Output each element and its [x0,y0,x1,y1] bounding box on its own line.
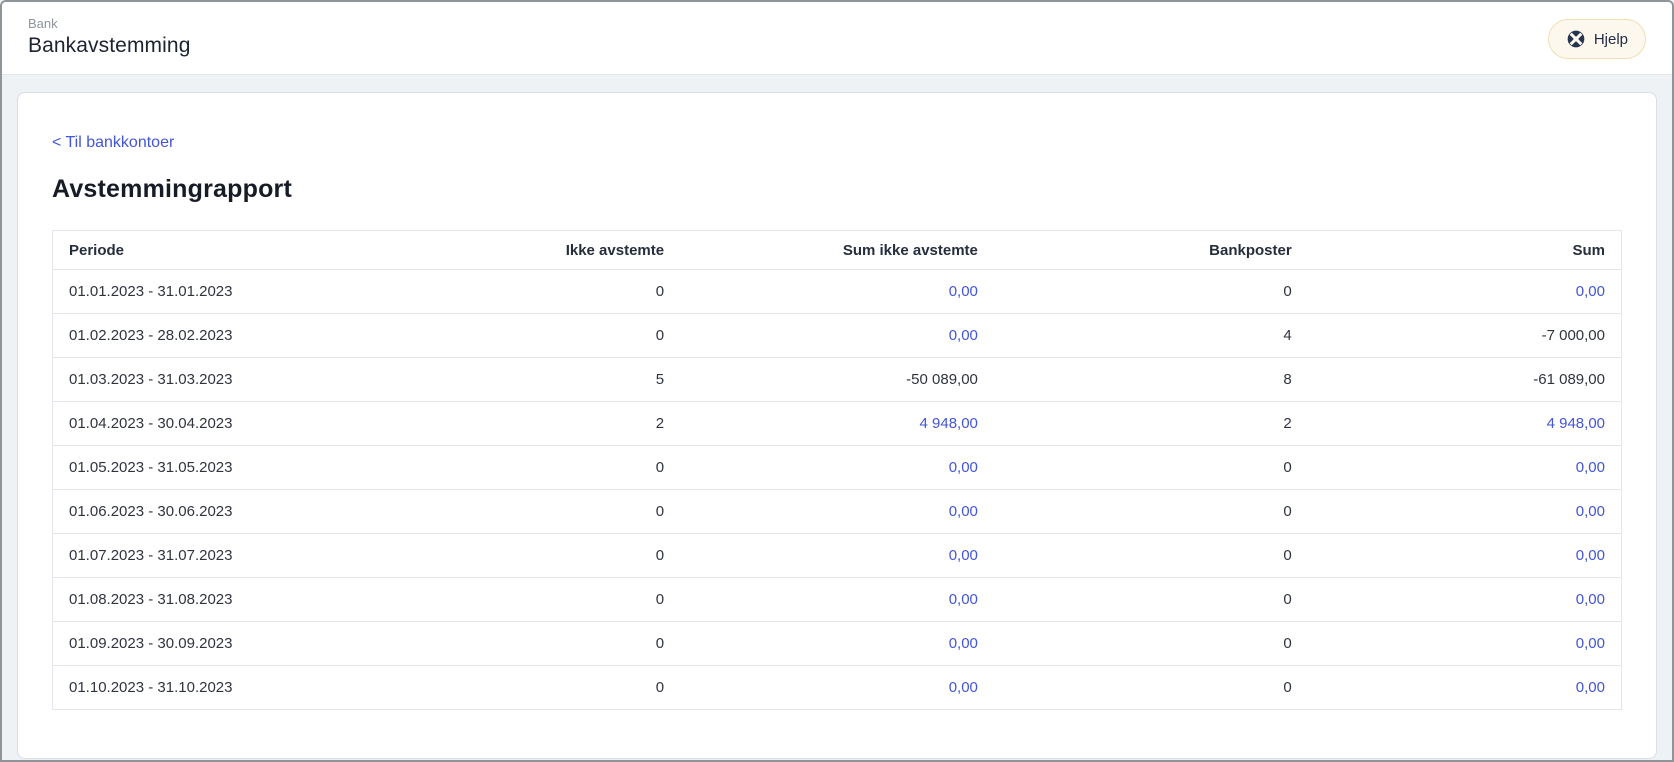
help-button[interactable]: Hjelp [1548,19,1646,59]
column-header-sum: Sum [1308,231,1622,270]
amount-link[interactable]: 0,00 [949,327,978,344]
cell-sum-ikke-avstemte: 0,00 [680,490,994,534]
table-row: 01.07.2023 - 31.07.202300,0000,00 [53,534,1622,578]
cell-sum-ikke-avstemte: 0,00 [680,578,994,622]
amount-link[interactable]: 0,00 [1576,503,1605,520]
cell-periode: 01.08.2023 - 31.08.2023 [53,578,367,622]
cell-ikke-avstemte: 0 [366,622,680,666]
cell-bankposter: 0 [994,534,1308,578]
table-row: 01.04.2023 - 30.04.202324 948,0024 948,0… [53,402,1622,446]
amount-link[interactable]: 0,00 [949,635,978,652]
amount-link[interactable]: 0,00 [1576,591,1605,608]
content-card: < Til bankkontoer Avstemmingrapport Peri… [17,92,1657,759]
cell-bankposter: 0 [994,622,1308,666]
lifebuoy-icon [1566,29,1586,49]
cell-bankposter: 2 [994,402,1308,446]
amount-link[interactable]: 0,00 [949,547,978,564]
page-title: Avstemmingrapport [52,175,1622,204]
column-header-sum-ikke-avstemte: Sum ikke avstemte [680,231,994,270]
amount-link[interactable]: 4 948,00 [1547,415,1605,432]
cell-ikke-avstemte: 5 [366,358,680,402]
cell-ikke-avstemte: 0 [366,578,680,622]
breadcrumb: Bank [28,15,190,32]
cell-sum: -7 000,00 [1308,314,1622,358]
cell-bankposter: 0 [994,490,1308,534]
table-row: 01.03.2023 - 31.03.20235-50 089,008-61 0… [53,358,1622,402]
cell-sum-ikke-avstemte: 0,00 [680,270,994,314]
topbar: Bank Bankavstemming Hjelp [2,2,1672,75]
amount-link[interactable]: 4 948,00 [920,415,978,432]
cell-periode: 01.01.2023 - 31.01.2023 [53,270,367,314]
amount-link[interactable]: 0,00 [1576,459,1605,476]
cell-sum: 0,00 [1308,666,1622,710]
cell-sum: 4 948,00 [1308,402,1622,446]
table-row: 01.08.2023 - 31.08.202300,0000,00 [53,578,1622,622]
cell-sum-ikke-avstemte: 0,00 [680,622,994,666]
amount-link[interactable]: 0,00 [1576,283,1605,300]
table-row: 01.06.2023 - 30.06.202300,0000,00 [53,490,1622,534]
cell-bankposter: 0 [994,270,1308,314]
cell-sum-ikke-avstemte: 0,00 [680,446,994,490]
cell-bankposter: 0 [994,666,1308,710]
report-table-body: 01.01.2023 - 31.01.202300,0000,0001.02.2… [53,270,1622,710]
cell-sum-ikke-avstemte: 0,00 [680,314,994,358]
amount-link[interactable]: 0,00 [949,503,978,520]
cell-periode: 01.09.2023 - 30.09.2023 [53,622,367,666]
cell-sum-ikke-avstemte: -50 089,00 [680,358,994,402]
cell-ikke-avstemte: 0 [366,666,680,710]
cell-sum: 0,00 [1308,622,1622,666]
reconciliation-report-table: PeriodeIkke avstemteSum ikke avstemteBan… [52,230,1622,710]
cell-sum: 0,00 [1308,578,1622,622]
cell-periode: 01.03.2023 - 31.03.2023 [53,358,367,402]
cell-periode: 01.04.2023 - 30.04.2023 [53,402,367,446]
cell-sum: 0,00 [1308,446,1622,490]
help-button-label: Hjelp [1594,31,1628,48]
page-header-title: Bankavstemming [28,32,190,60]
cell-periode: 01.02.2023 - 28.02.2023 [53,314,367,358]
report-table-header-row: PeriodeIkke avstemteSum ikke avstemteBan… [53,231,1622,270]
cell-ikke-avstemte: 0 [366,490,680,534]
cell-periode: 01.06.2023 - 30.06.2023 [53,490,367,534]
cell-sum: 0,00 [1308,534,1622,578]
topbar-titles: Bank Bankavstemming [28,15,190,60]
table-row: 01.02.2023 - 28.02.20230 0,00 4-7 000,00 [53,314,1622,358]
amount-link[interactable]: 0,00 [949,679,978,696]
table-row: 01.09.2023 - 30.09.202300,0000,00 [53,622,1622,666]
amount-link[interactable]: 0,00 [949,591,978,608]
amount-link[interactable]: 0,00 [1576,547,1605,564]
column-header-bankposter: Bankposter [994,231,1308,270]
column-header-periode: Periode [53,231,367,270]
table-row: 01.05.2023 - 31.05.202300,0000,00 [53,446,1622,490]
amount-link[interactable]: 0,00 [1576,679,1605,696]
amount-link[interactable]: 0,00 [949,459,978,476]
back-to-bank-accounts-link[interactable]: < Til bankkontoer [52,133,174,153]
cell-bankposter: 0 [994,446,1308,490]
cell-sum-ikke-avstemte: 0,00 [680,534,994,578]
cell-periode: 01.05.2023 - 31.05.2023 [53,446,367,490]
amount-link[interactable]: 0,00 [1576,635,1605,652]
cell-sum: 0,00 [1308,490,1622,534]
cell-bankposter: 8 [994,358,1308,402]
cell-ikke-avstemte: 0 [366,534,680,578]
cell-sum: 0,00 [1308,270,1622,314]
column-header-ikke-avstemte: Ikke avstemte [366,231,680,270]
cell-ikke-avstemte: 0 [366,446,680,490]
cell-sum: -61 089,00 [1308,358,1622,402]
table-row: 01.10.2023 - 31.10.202300,0000,00 [53,666,1622,710]
cell-bankposter: 4 [994,314,1308,358]
cell-ikke-avstemte: 0 [366,314,680,358]
cell-ikke-avstemte: 2 [366,402,680,446]
app-window: Bank Bankavstemming Hjelp < Til bankkont… [0,0,1674,762]
cell-periode: 01.07.2023 - 31.07.2023 [53,534,367,578]
amount-link[interactable]: 0,00 [949,283,978,300]
cell-sum-ikke-avstemte: 0,00 [680,666,994,710]
cell-sum-ikke-avstemte: 4 948,00 [680,402,994,446]
table-row: 01.01.2023 - 31.01.202300,0000,00 [53,270,1622,314]
cell-ikke-avstemte: 0 [366,270,680,314]
cell-bankposter: 0 [994,578,1308,622]
cell-periode: 01.10.2023 - 31.10.2023 [53,666,367,710]
